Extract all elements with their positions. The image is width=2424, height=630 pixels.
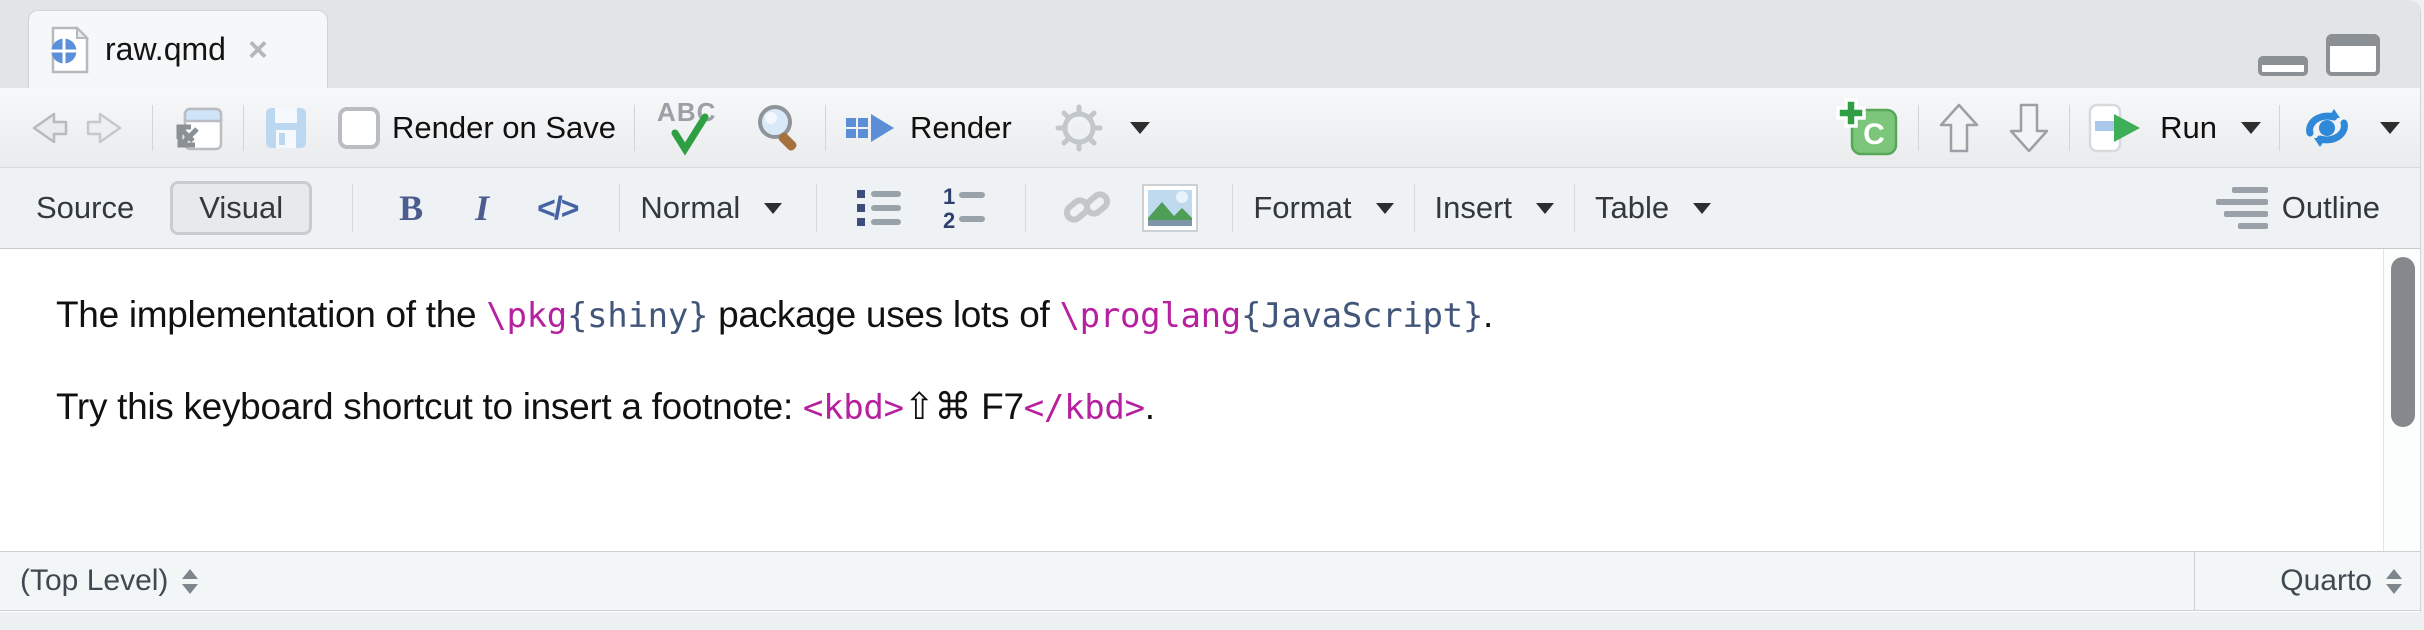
html-tag: <kbd> [803, 388, 904, 428]
paragraph[interactable]: Try this keyboard shortcut to insert a f… [56, 383, 2420, 431]
scope-value: (Top Level) [20, 564, 168, 598]
link-icon[interactable] [1060, 183, 1114, 233]
tab-title: raw.qmd [105, 31, 226, 68]
status-bar: (Top Level) Quarto [0, 551, 2420, 611]
bold-button[interactable]: B [399, 187, 423, 229]
render-icon [844, 106, 898, 150]
table-menu[interactable]: Table [1595, 190, 1711, 226]
render-options-button[interactable] [1052, 101, 1150, 155]
latex-argument: {JavaScript} [1241, 296, 1483, 336]
spellcheck-icon[interactable]: ABC [653, 99, 729, 157]
format-value: Quarto [2280, 564, 2372, 598]
svg-text:2: 2 [943, 208, 955, 232]
paragraph-style-value: Normal [640, 190, 740, 226]
text-run: Try this keyboard shortcut to insert a f… [56, 386, 803, 427]
popout-window-icon[interactable] [171, 101, 225, 155]
maximize-icon[interactable] [2326, 34, 2380, 76]
back-icon[interactable] [20, 106, 70, 150]
render-on-save-checkbox[interactable] [338, 107, 380, 149]
tab-bar: raw.qmd × [0, 0, 2420, 88]
chevron-down-icon [1130, 122, 1150, 134]
close-icon[interactable]: × [248, 33, 268, 67]
chevron-down-icon [2380, 122, 2400, 134]
italic-button[interactable]: I [475, 187, 489, 229]
inline-code-button[interactable]: </> [537, 190, 577, 227]
format-toolbar: Source Visual B I </> Normal 1 2 [0, 168, 2420, 249]
format-menu[interactable]: Format [1253, 190, 1393, 226]
insert-chunk-icon[interactable]: C [1834, 98, 1900, 158]
latex-command: \pkg [486, 296, 567, 336]
chevron-down-icon [1693, 203, 1711, 214]
tab-raw-qmd[interactable]: raw.qmd × [28, 10, 328, 88]
latex-argument: {shiny} [567, 296, 708, 336]
outline-label: Outline [2282, 190, 2380, 226]
run-icon [2088, 101, 2148, 155]
search-icon[interactable] [751, 100, 807, 156]
paragraph-style-dropdown[interactable]: Normal [640, 190, 782, 226]
forward-icon[interactable] [84, 106, 134, 150]
outline-icon [2216, 187, 2268, 229]
numbered-list-icon[interactable]: 1 2 [937, 184, 989, 232]
chevron-down-icon [2241, 122, 2261, 134]
run-button[interactable]: Run [2088, 101, 2261, 155]
sync-icon [2298, 103, 2356, 153]
bullet-list-icon[interactable] [853, 186, 905, 230]
text-run: The implementation of the [56, 294, 486, 335]
scope-selector[interactable]: (Top Level) [0, 564, 2194, 598]
text-run: . [1145, 386, 1155, 427]
svg-text:C: C [1863, 118, 1885, 151]
image-icon[interactable] [1142, 184, 1198, 232]
updown-icon [2386, 569, 2402, 594]
chevron-down-icon [1376, 203, 1394, 214]
save-icon[interactable] [262, 104, 310, 152]
text-run: package uses lots of [708, 294, 1059, 335]
text-run: . [1483, 294, 1493, 335]
html-tag: </kbd> [1024, 388, 1145, 428]
keyboard-shortcut: ⇧⌘ F7 [904, 386, 1024, 427]
scrollbar-track[interactable] [2383, 249, 2420, 551]
gear-icon [1052, 101, 1106, 155]
latex-command: \proglang [1059, 296, 1241, 336]
visual-mode-button[interactable]: Visual [170, 181, 312, 235]
format-selector[interactable]: Quarto [2194, 552, 2420, 610]
source-sync-button[interactable] [2298, 103, 2400, 153]
source-mode-button[interactable]: Source [36, 190, 134, 226]
chunk-up-icon[interactable] [1937, 101, 1981, 155]
document-body[interactable]: The implementation of the \pkg{shiny} pa… [0, 249, 2420, 431]
chunk-down-icon[interactable] [2007, 101, 2051, 155]
chevron-down-icon [764, 203, 782, 214]
chevron-down-icon [1536, 203, 1554, 214]
updown-icon [182, 569, 198, 594]
main-toolbar: Render on Save ABC [0, 88, 2420, 168]
insert-menu[interactable]: Insert [1435, 190, 1555, 226]
scrollbar-thumb[interactable] [2391, 257, 2415, 427]
render-label: Render [910, 110, 1012, 146]
svg-text:1: 1 [943, 184, 955, 209]
paragraph[interactable]: The implementation of the \pkg{shiny} pa… [56, 291, 2420, 339]
render-on-save-label[interactable]: Render on Save [392, 110, 616, 146]
outline-toggle[interactable]: Outline [2216, 187, 2380, 229]
run-label: Run [2160, 110, 2217, 146]
render-button[interactable]: Render [844, 106, 1012, 150]
quarto-file-icon [49, 26, 89, 74]
minimize-icon[interactable] [2258, 56, 2308, 76]
source-editor-pane: raw.qmd × [0, 0, 2421, 612]
editor-content[interactable]: The implementation of the \pkg{shiny} pa… [0, 249, 2420, 551]
